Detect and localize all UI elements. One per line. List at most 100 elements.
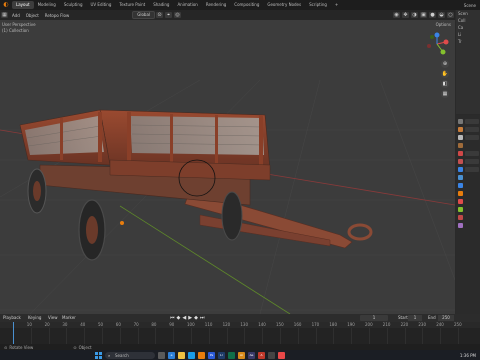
object-tab-icon[interactable]: [458, 167, 463, 172]
tab-rendering[interactable]: Rendering: [202, 1, 230, 9]
tab-uv-editing[interactable]: UV Editing: [87, 1, 116, 9]
store-icon[interactable]: [188, 351, 195, 359]
ai-icon[interactable]: Ai: [238, 351, 245, 359]
constraints-tab-icon[interactable]: [458, 199, 463, 204]
menu-add[interactable]: Add: [9, 13, 23, 18]
outliner-row[interactable]: Li: [456, 31, 480, 38]
world-tab-icon[interactable]: [458, 159, 463, 164]
gizmo-toggle-icon[interactable]: ✥: [402, 12, 409, 18]
xray-icon[interactable]: ▣: [420, 12, 427, 18]
render-tab-icon[interactable]: [458, 127, 463, 132]
windows-taskbar: ⌕ Search e Ps Lr Ai Ae A 1:36 PM: [0, 350, 480, 360]
snap-icon[interactable]: ⌖: [165, 12, 173, 18]
outliner-row[interactable]: Ca: [456, 24, 480, 31]
tab-scripting[interactable]: Scripting: [305, 1, 331, 9]
start-frame-field[interactable]: 1: [408, 315, 422, 321]
properties-field[interactable]: [465, 135, 479, 140]
visibility-icon[interactable]: ◉: [393, 12, 400, 18]
tab-shading[interactable]: Shading: [149, 1, 173, 9]
options-button[interactable]: Options: [436, 22, 451, 27]
taskbar-clock[interactable]: 1:36 PM: [460, 353, 476, 358]
jump-start-icon[interactable]: ⏮: [170, 315, 175, 321]
explorer-icon[interactable]: [178, 351, 185, 359]
scene-tab-icon[interactable]: [458, 151, 463, 156]
prev-keyframe-icon[interactable]: ◆: [177, 315, 181, 321]
taskbar-search[interactable]: ⌕ Search: [105, 351, 155, 359]
collection-label: (1) Collection: [2, 28, 29, 33]
app-green-icon[interactable]: [228, 351, 235, 359]
output-tab-icon[interactable]: [458, 135, 463, 140]
properties-field[interactable]: [465, 159, 479, 164]
keying-menu[interactable]: Keying: [28, 315, 41, 320]
zoom-icon[interactable]: ⊕: [441, 60, 449, 68]
tab-sculpting[interactable]: Sculpting: [60, 1, 87, 9]
timeline-tick-label: 40: [80, 322, 86, 327]
tab-compositing[interactable]: Compositing: [230, 1, 263, 9]
modifier-tab-icon[interactable]: [458, 175, 463, 180]
play-reverse-icon[interactable]: ◀: [182, 315, 186, 321]
edge-icon[interactable]: e: [168, 351, 175, 359]
tab-layout[interactable]: Layout: [12, 1, 34, 9]
properties-field[interactable]: [465, 151, 479, 156]
ps-icon[interactable]: Ps: [208, 351, 215, 359]
shading-solid-icon[interactable]: ●: [429, 12, 436, 18]
ae-icon[interactable]: Ae: [248, 351, 255, 359]
tab-texture-paint[interactable]: Texture Paint: [115, 1, 149, 9]
playhead[interactable]: [13, 322, 14, 344]
particles-tab-icon[interactable]: [458, 183, 463, 188]
view-menu[interactable]: View: [48, 315, 58, 320]
editor-type-icon[interactable]: ▦: [1, 12, 8, 18]
outliner-row[interactable]: Coll: [456, 17, 480, 24]
timeline-tick-label: 20: [44, 322, 50, 327]
tab-geometry-nodes[interactable]: Geometry Nodes: [263, 1, 305, 9]
play-icon[interactable]: ▶: [188, 315, 192, 321]
pan-hand-icon[interactable]: ✋: [441, 70, 449, 78]
scene-selector[interactable]: Scene: [464, 3, 480, 8]
outliner-row[interactable]: Scen: [456, 10, 480, 17]
camera-view-icon[interactable]: ◧: [441, 80, 449, 88]
app-gray-icon[interactable]: [268, 351, 275, 359]
marker-menu[interactable]: Marker: [62, 315, 76, 320]
proportional-icon[interactable]: ◎: [174, 12, 182, 18]
shading-rendered-icon[interactable]: ○: [447, 12, 454, 18]
timeline-tick-label: 100: [187, 322, 195, 327]
tab-animation[interactable]: Animation: [173, 1, 201, 9]
timeline-gridline: [404, 328, 406, 344]
task-view-icon[interactable]: [158, 351, 165, 359]
end-frame-field[interactable]: 250: [438, 315, 454, 321]
menu-retopoflow[interactable]: Retopo Flow: [42, 13, 72, 18]
jump-end-icon[interactable]: ⏭: [200, 315, 205, 321]
app-red-icon[interactable]: [278, 351, 285, 359]
physics-tab-icon[interactable]: [458, 191, 463, 196]
blender-logo-icon[interactable]: ◐: [2, 1, 10, 9]
current-frame-field[interactable]: 1: [360, 315, 388, 321]
windows-start-icon[interactable]: [95, 351, 102, 359]
shading-material-icon[interactable]: ◒: [438, 12, 445, 18]
playback-menu[interactable]: Playback: [3, 315, 21, 320]
blender-taskbar-icon[interactable]: [198, 351, 205, 359]
properties-field[interactable]: [465, 119, 479, 124]
properties-field[interactable]: [465, 167, 479, 172]
tab-modeling[interactable]: Modeling: [34, 1, 60, 9]
outliner-row[interactable]: Tr: [456, 38, 480, 45]
overlay-icon[interactable]: ◑: [411, 12, 418, 18]
view-layer-tab-icon[interactable]: [458, 143, 463, 148]
acrobat-icon[interactable]: A: [258, 351, 265, 359]
next-keyframe-icon[interactable]: ◆: [194, 315, 198, 321]
pivot-icon[interactable]: ⊙: [156, 12, 164, 18]
navigation-gizmo[interactable]: [425, 32, 449, 56]
timeline-tick-label: 140: [258, 322, 266, 327]
transform-orientation-select[interactable]: Global: [132, 11, 156, 19]
add-workspace-button[interactable]: +: [331, 1, 342, 9]
texture-tab-icon[interactable]: [458, 223, 463, 228]
view-label: User Perspective: [2, 22, 36, 27]
properties-field[interactable]: [465, 127, 479, 132]
menu-object[interactable]: Object: [23, 13, 42, 18]
grid-ortho-icon[interactable]: ▦: [441, 90, 449, 98]
data-tab-icon[interactable]: [458, 207, 463, 212]
3d-viewport[interactable]: User Perspective (1) Collection Options …: [0, 20, 455, 314]
material-tab-icon[interactable]: [458, 215, 463, 220]
tool-tab-icon[interactable]: [458, 119, 463, 124]
timeline-track[interactable]: [0, 328, 480, 344]
lr-icon[interactable]: Lr: [218, 351, 225, 359]
